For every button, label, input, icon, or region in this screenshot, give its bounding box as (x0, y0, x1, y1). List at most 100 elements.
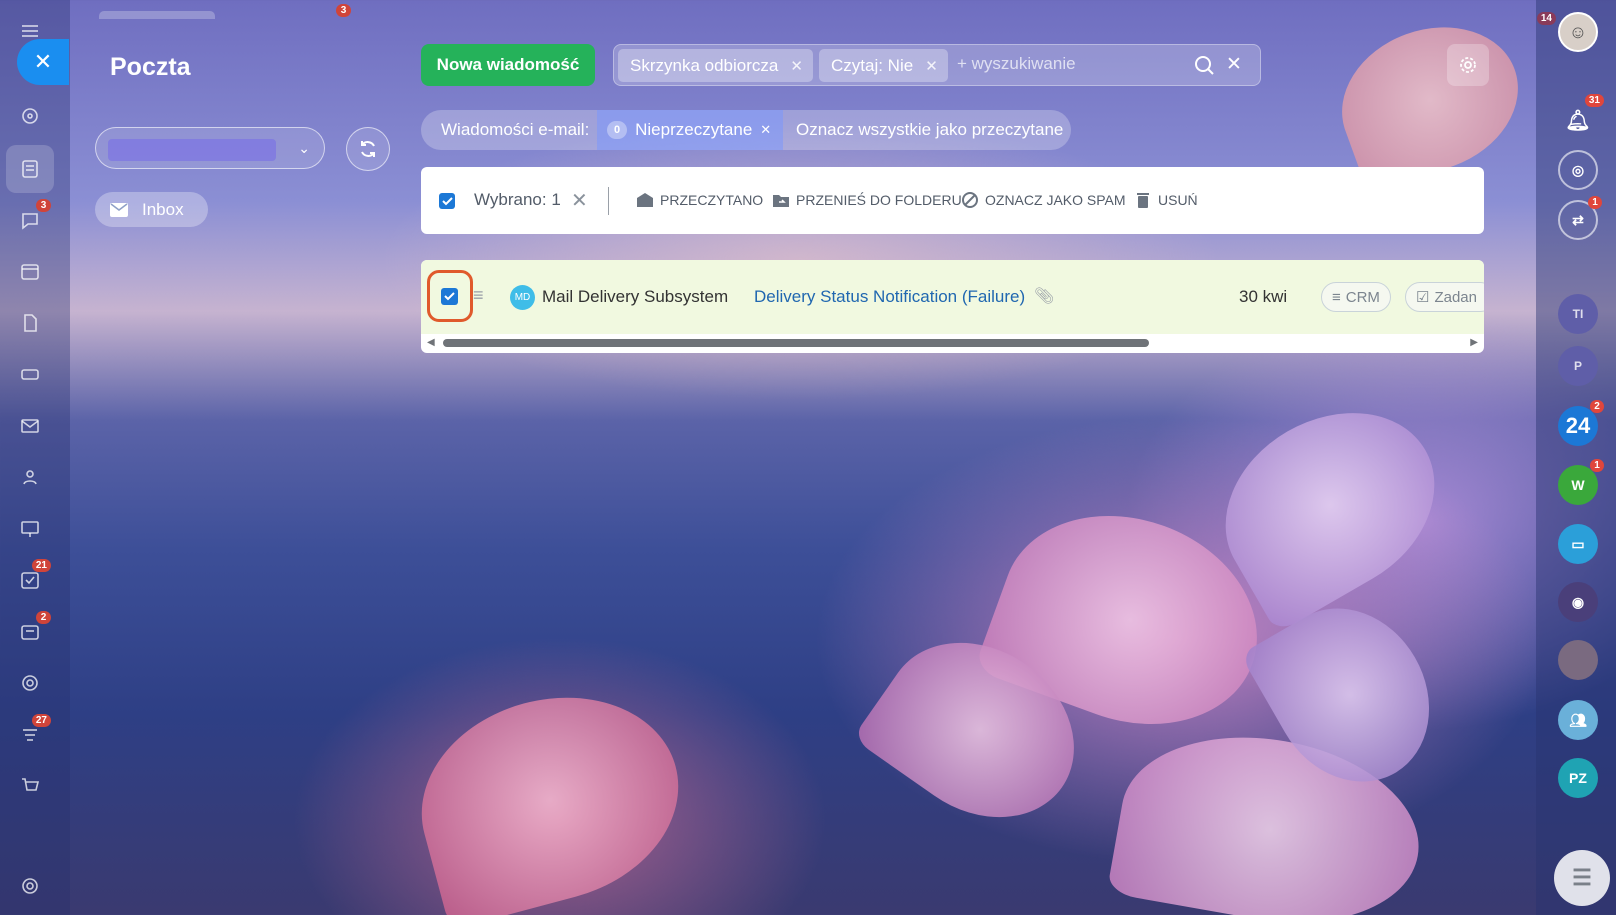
inbox-folder[interactable]: Inbox (95, 192, 208, 227)
action-label: USUŃ (1158, 192, 1198, 208)
refresh-button[interactable] (346, 127, 390, 171)
message-date: 30 kwi (1239, 287, 1288, 306)
group-actions-bar: Wybrano: 1 ✕ PRZECZYTANO PRZENIEŚ DO FOL… (421, 167, 1484, 234)
mark-all-read-link[interactable]: Oznacz wszystkie jako przeczytane (796, 120, 1063, 140)
crm-badge: 2 (36, 611, 51, 624)
filter-chip-label: Skrzynka odbiorcza (630, 55, 779, 75)
filter-icon: ≡ (1332, 288, 1341, 306)
left-navigation: 3 3 21 2 27 (0, 0, 351, 915)
chat-support-icon[interactable]: ▭ (1558, 524, 1598, 564)
clear-selection-icon[interactable]: ✕ (571, 188, 588, 213)
top-right-badge: 14 (1536, 12, 1556, 25)
bitrix24-chat[interactable]: 24 2 (1558, 400, 1604, 446)
chat-initials: PZ (1569, 770, 1587, 786)
chat-icon[interactable]: 3 (17, 199, 51, 233)
chat-w[interactable]: W 1 (1558, 459, 1604, 505)
mail-icon[interactable] (17, 413, 43, 439)
automation-icon[interactable]: 27 (17, 714, 51, 748)
chat-group-icon[interactable]: 👥︎ (1558, 700, 1598, 740)
chat-badge: 3 (36, 199, 51, 212)
settings-button[interactable] (1447, 44, 1489, 86)
feed-icon[interactable] (6, 145, 54, 193)
scroll-thumb[interactable] (443, 339, 1149, 347)
calendar-icon[interactable] (17, 258, 43, 284)
scroll-right-icon[interactable]: ▶ (1470, 337, 1478, 348)
target-icon[interactable] (17, 670, 43, 696)
mailbox-select[interactable]: ⌄ (95, 127, 325, 169)
sender-name[interactable]: Mail Delivery Subsystem (542, 287, 728, 307)
chat-group-photo[interactable] (1558, 640, 1598, 680)
attachment-icon: 📎︎ (1034, 288, 1055, 305)
chat-pz[interactable]: PZ (1558, 758, 1598, 798)
task-button[interactable]: ☑ Zadan (1405, 282, 1484, 312)
action-label: PRZENIEŚ DO FOLDERU (796, 192, 962, 208)
contacts-icon[interactable] (17, 464, 43, 490)
chat-initials: 24 (1565, 413, 1591, 438)
horizontal-scrollbar[interactable]: ◀ ▶ (421, 336, 1484, 350)
unread-counter[interactable]: 0 Nieprzeczytane ✕ (597, 110, 783, 150)
refresh-icon (361, 141, 375, 157)
selected-count: Wybrano: 1 (474, 190, 561, 209)
chat-p[interactable]: P (1558, 346, 1598, 386)
remove-filter-icon[interactable]: ✕ (790, 57, 803, 75)
chat-initials: W (1571, 477, 1585, 493)
chat-list-button[interactable]: ☰ (1554, 850, 1610, 906)
filter-chip-read[interactable]: Czytaj: Nie ✕ (819, 49, 948, 82)
row-checkbox[interactable] (441, 288, 458, 305)
table-row[interactable]: ≡ MD Mail Delivery Subsystem Delivery St… (421, 260, 1484, 334)
user-avatar[interactable]: ☺ 14 (1536, 12, 1598, 52)
search-icon[interactable] (1194, 55, 1215, 76)
trash-icon (1137, 193, 1149, 208)
search-filter-box[interactable]: Skrzynka odbiorcza ✕ Czytaj: Nie ✕ ✕ (613, 44, 1261, 86)
ai-assistant-icon[interactable]: ◎ (1558, 150, 1598, 190)
mark-read-button[interactable]: PRZECZYTANO (636, 191, 763, 209)
sender-avatar: MD (510, 285, 535, 310)
ai-icon[interactable] (17, 103, 43, 129)
crm-button[interactable]: ≡ CRM (1321, 282, 1391, 312)
drive-icon[interactable] (17, 361, 43, 387)
crm-label: CRM (1345, 288, 1380, 306)
counters-label: Wiadomości e-mail: (441, 120, 590, 139)
counters-bar: Wiadomości e-mail: 0 Nieprzeczytane ✕ Oz… (421, 110, 1071, 150)
automation-badge: 27 (31, 714, 51, 727)
remove-counter-icon[interactable]: ✕ (760, 122, 771, 138)
tasks-icon[interactable]: 21 (17, 559, 51, 593)
search-input[interactable] (957, 54, 1177, 74)
unread-count-badge: 0 (607, 121, 628, 139)
page-title: Poczta (110, 53, 191, 81)
message-subject[interactable]: Delivery Status Notification (Failure) (754, 287, 1025, 307)
notifications-badge: 31 (1584, 94, 1604, 107)
top-tab-edge (99, 11, 215, 19)
chat-channel-icon[interactable]: ◉ (1558, 582, 1598, 622)
clear-search-icon[interactable]: ✕ (1226, 53, 1242, 76)
filter-chip-label: Czytaj: Nie (831, 55, 914, 75)
divider (608, 187, 609, 215)
mark-spam-button[interactable]: OZNACZ JAKO SPAM (961, 191, 1126, 209)
filter-chip-inbox[interactable]: Skrzynka odbiorcza ✕ (618, 49, 813, 82)
task-label: Zadan (1434, 288, 1477, 306)
unread-label: Nieprzeczytane (635, 120, 753, 139)
chat-ti[interactable]: TI (1558, 294, 1598, 334)
close-slider-button[interactable]: ✕ (17, 39, 69, 85)
chat-badge: 1 (1590, 459, 1604, 472)
top-badge: 3 (336, 4, 351, 17)
scroll-left-icon[interactable]: ◀ (427, 337, 435, 348)
move-to-folder-button[interactable]: PRZENIEŚ DO FOLDERU (772, 191, 962, 209)
chat-badge: 2 (1590, 400, 1604, 413)
inbox-label: Inbox (142, 199, 184, 219)
crm-icon[interactable]: 2 (17, 611, 51, 645)
new-message-button[interactable]: Nowa wiadomość (421, 44, 595, 86)
delete-button[interactable]: USUŃ (1134, 191, 1198, 209)
messenger-badge: 1 (1588, 196, 1602, 209)
tasks-badge: 21 (31, 559, 51, 572)
select-all-checkbox[interactable] (439, 193, 455, 209)
notifications-icon[interactable]: 🔔︎ 31 (1558, 94, 1604, 140)
settings-icon[interactable] (17, 873, 43, 899)
remove-filter-icon[interactable]: ✕ (925, 57, 938, 75)
chevron-down-icon: ⌄ (298, 140, 310, 156)
messenger-icon[interactable]: ⇄ 1 (1558, 196, 1602, 240)
document-icon[interactable] (17, 310, 43, 336)
presentation-icon[interactable] (17, 516, 43, 542)
cart-icon[interactable] (17, 773, 43, 799)
drag-handle-icon[interactable]: ≡ (473, 286, 484, 304)
